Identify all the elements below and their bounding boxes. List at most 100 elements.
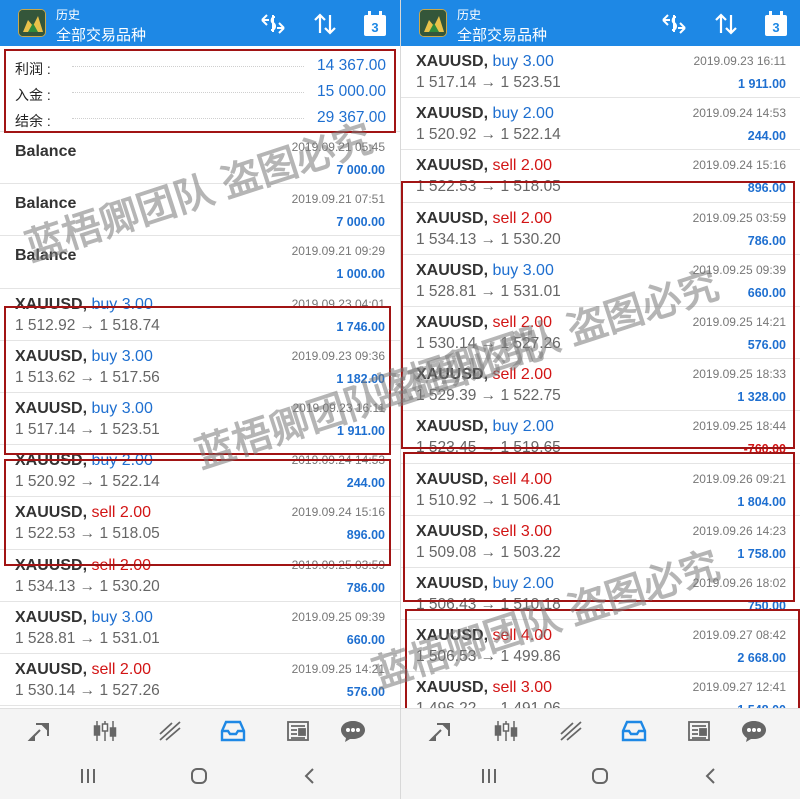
trade-row[interactable]: XAUUSD, sell 2.00 2019.09.25 14:21 1 530.1… <box>401 306 800 360</box>
arrow-icon: → <box>480 334 497 352</box>
right-phone-screen: XAUUSD, buy 3.002019.09.23 09:361 513.62… <box>400 0 800 799</box>
trade-row[interactable]: XAUUSD, sell 2.00 2019.09.25 03:59 1 534.1… <box>0 549 400 602</box>
history-inbox-icon[interactable] <box>218 717 248 745</box>
trade-row[interactable]: XAUUSD, buy 3.00 2019.09.23 16:11 1 517.14… <box>0 392 400 446</box>
open-price: 1 522.53 <box>15 525 76 543</box>
back-icon[interactable] <box>699 766 723 786</box>
chart-candles-icon[interactable] <box>491 717 521 745</box>
quotes-icon[interactable] <box>426 717 456 745</box>
trade-symbol: XAUUSD, sell 2.00 <box>416 314 552 332</box>
trade-symbol: XAUUSD, buy 3.00 <box>15 296 153 314</box>
arrow-icon: → <box>79 629 96 647</box>
trade-prices: 1 506.53 → 1 499.86 <box>416 648 561 666</box>
summary-row: 利润 : 14 367.00 <box>0 54 400 80</box>
trade-datetime: 2019.09.23 16:11 <box>292 400 385 415</box>
history-list-viewport[interactable]: 利润 : 14 367.00 入金 : 15 000.00 结余 : 29 367.00 B… <box>0 46 400 708</box>
symbol-name: XAUUSD, <box>15 295 88 313</box>
trade-row[interactable]: XAUUSD, buy 2.00 2019.09.25 18:44 1 523.45… <box>401 411 800 464</box>
symbol-name: XAUUSD, <box>416 209 489 227</box>
trade-row[interactable]: XAUUSD, sell 2.00 2019.09.25 03:59 1 534.1… <box>401 202 800 255</box>
trade-row[interactable]: XAUUSD, sell 2.00 2019.09.24 15:16 1 522.5… <box>0 497 400 550</box>
balance-datetime: 2019.09.21 09:29 <box>291 244 385 259</box>
history-inbox-icon[interactable] <box>619 717 649 745</box>
svg-text:3: 3 <box>772 20 779 35</box>
trade-profit: 660.00 <box>747 285 786 300</box>
sort-icon[interactable] <box>310 10 340 38</box>
trade-row[interactable]: XAUUSD, buy 3.00 2019.09.23 04:01 1 512.92… <box>0 288 400 341</box>
summary-label: 利润 : <box>15 61 51 77</box>
home-icon[interactable] <box>187 766 211 786</box>
dotted-leader <box>72 66 304 67</box>
trade-datetime: 2019.09.25 03:59 <box>291 557 385 572</box>
trade-symbol: XAUUSD, sell 2.00 <box>15 557 151 575</box>
recent-apps-icon[interactable] <box>477 766 501 786</box>
recent-apps-icon[interactable] <box>76 766 100 786</box>
trade-prices: 1 520.92 → 1 522.14 <box>15 473 160 491</box>
trade-row[interactable]: XAUUSD, sell 2.00 2019.09.25 18:33 1 529.3… <box>401 359 800 412</box>
balance-row[interactable]: Balance 2019.09.21 05:45 7 000.00 <box>0 132 400 185</box>
trade-symbol: XAUUSD, buy 3.00 <box>15 348 153 366</box>
trade-prices: 1 512.92 → 1 518.74 <box>15 317 160 335</box>
trade-datetime: 2019.09.27 12:41 <box>692 680 786 695</box>
trade-row[interactable]: XAUUSD, buy 2.00 2019.09.24 14:53 1 520.92… <box>401 98 800 151</box>
chat-icon[interactable] <box>338 717 368 745</box>
header-title[interactable]: 全部交易品种 <box>457 24 547 45</box>
app-logo-icon[interactable] <box>419 9 447 37</box>
balance-amount: 7 000.00 <box>336 215 385 230</box>
history-list-viewport[interactable]: XAUUSD, buy 3.002019.09.23 09:361 513.62… <box>401 46 800 708</box>
chat-icon[interactable] <box>739 717 769 745</box>
trade-row[interactable]: XAUUSD, buy 2.00 2019.09.26 18:02 1 506.43… <box>401 567 800 621</box>
open-price: 1 520.92 <box>416 126 477 144</box>
trade-row[interactable]: XAUUSD, sell 3.00 2019.09.27 12:41 1 496.2… <box>401 672 800 708</box>
calendar-icon[interactable]: 3 <box>360 10 390 38</box>
trade-row[interactable]: XAUUSD, buy 3.00 2019.09.23 16:11 1 517.14… <box>401 46 800 99</box>
calendar-icon[interactable]: 3 <box>761 10 791 38</box>
quotes-icon[interactable] <box>25 717 55 745</box>
svg-text:3: 3 <box>371 20 378 35</box>
currency-swap-icon[interactable] <box>659 10 689 38</box>
open-price: 1 510.92 <box>416 491 477 509</box>
close-price: 1 518.74 <box>99 316 160 334</box>
trade-row[interactable]: XAUUSD, buy 3.00 2019.09.25 09:39 1 528.81… <box>0 601 400 654</box>
trade-row[interactable]: XAUUSD, sell 3.00 2019.09.26 14:23 1 509.0… <box>401 515 800 568</box>
home-icon[interactable] <box>588 766 612 786</box>
trade-side-volume: buy 3.00 <box>91 399 153 417</box>
trade-row[interactable]: XAUUSD, sell 4.00 2019.09.26 09:21 1 510.9… <box>401 463 800 516</box>
trade-row[interactable]: XAUUSD, sell 4.00 2019.09.27 08:42 1 506.5… <box>401 620 800 673</box>
history-list: XAUUSD, buy 3.002019.09.23 09:361 513.62… <box>401 46 800 708</box>
arrow-icon: → <box>480 74 497 91</box>
sort-icon[interactable] <box>711 10 741 38</box>
back-icon[interactable] <box>298 766 322 786</box>
trade-icon[interactable] <box>155 717 185 745</box>
news-icon[interactable] <box>283 717 313 745</box>
chart-candles-icon[interactable] <box>90 717 120 745</box>
app-logo-icon[interactable] <box>18 9 46 37</box>
news-icon[interactable] <box>684 717 714 745</box>
arrow-icon: → <box>480 595 497 613</box>
trade-row[interactable]: XAUUSD, sell 2.00 2019.09.24 15:16 1 522.5… <box>401 150 800 203</box>
trade-icon[interactable] <box>556 717 586 745</box>
trade-profit: 2 668.00 <box>737 651 786 666</box>
close-price: 1 506.41 <box>500 491 561 509</box>
arrow-icon: → <box>480 387 497 405</box>
trade-row[interactable]: XAUUSD, buy 3.00 2019.09.25 09:39 1 528.81… <box>401 254 800 307</box>
trade-symbol: XAUUSD, buy 2.00 <box>15 452 153 470</box>
trade-datetime: 2019.09.26 18:02 <box>692 575 786 590</box>
balance-row[interactable]: Balance 2019.09.21 09:29 1 000.00 <box>0 236 400 289</box>
balance-row[interactable]: Balance 2019.09.21 07:51 7 000.00 <box>0 184 400 237</box>
trade-row[interactable]: XAUUSD, buy 2.00 2019.09.24 14:53 1 520.92… <box>0 445 400 498</box>
symbol-name: XAUUSD, <box>416 53 489 70</box>
close-price: 1 491.06 <box>500 700 560 708</box>
trade-row[interactable]: XAUUSD, sell 2.00 2019.09.25 14:21 1 530.1… <box>0 653 400 707</box>
open-price: 1 496.22 <box>416 700 476 708</box>
trade-side-volume: buy 2.00 <box>492 418 554 436</box>
open-price: 1 534.13 <box>15 577 76 595</box>
currency-swap-icon[interactable] <box>258 10 288 38</box>
trade-side-volume: sell 3.00 <box>492 522 553 540</box>
summary-row: 结余 : 29 367.00 <box>0 106 400 132</box>
header-title[interactable]: 全部交易品种 <box>56 24 146 45</box>
trade-row[interactable]: XAUUSD, buy 3.00 2019.09.23 09:36 1 513.62… <box>0 340 400 393</box>
arrow-icon: → <box>480 543 497 561</box>
open-price: 1 522.53 <box>416 178 477 196</box>
trade-symbol: XAUUSD, sell 2.00 <box>15 504 151 522</box>
